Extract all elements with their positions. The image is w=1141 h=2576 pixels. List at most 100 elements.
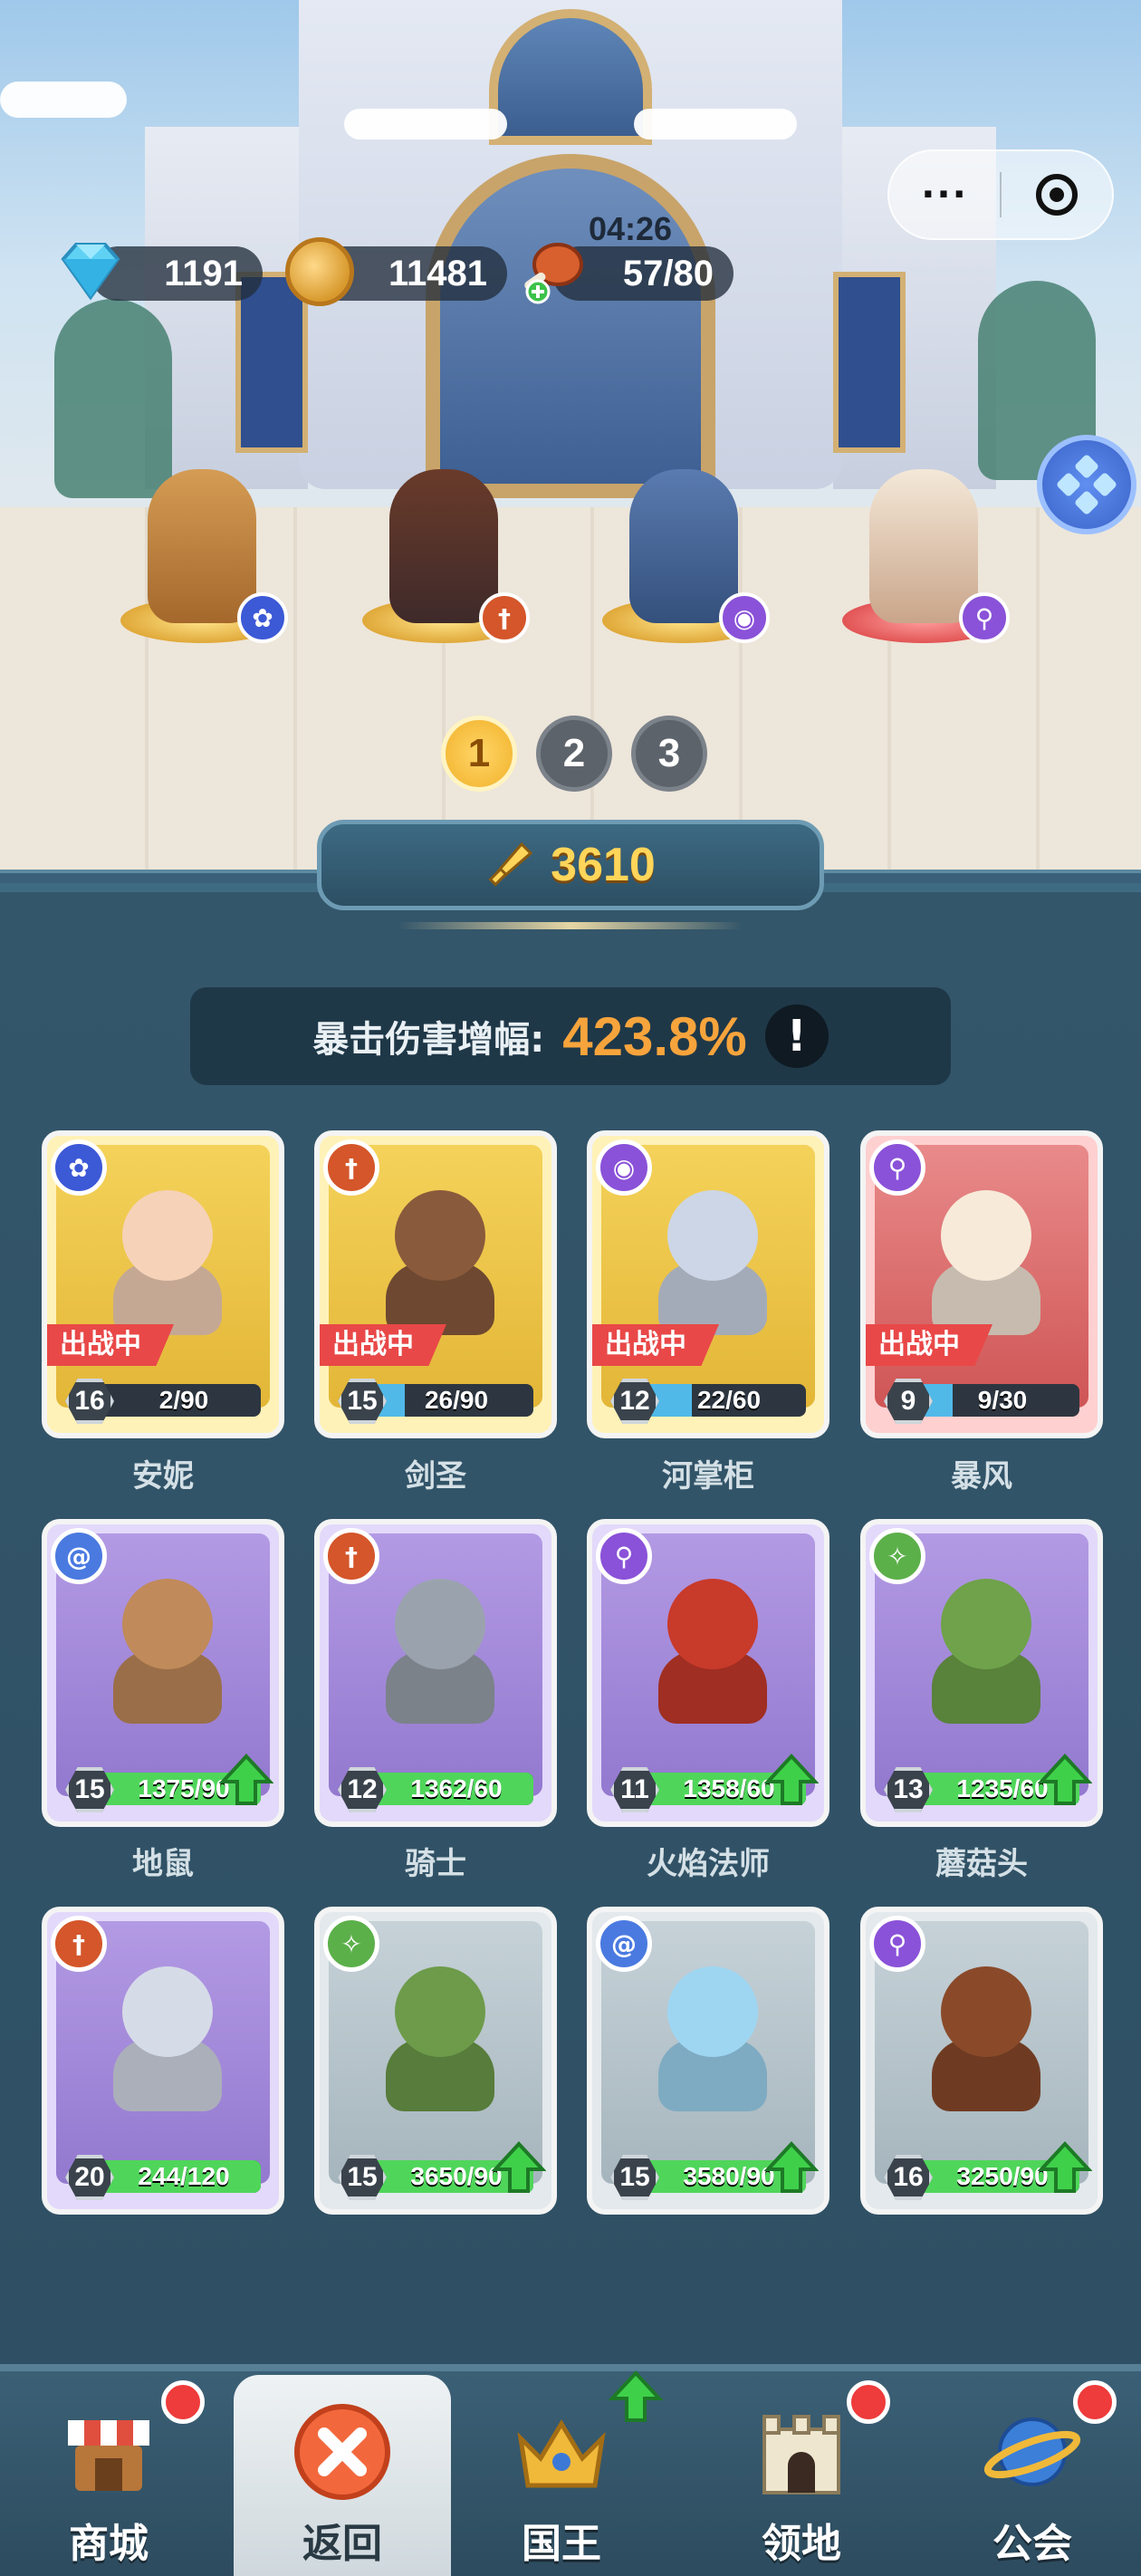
- guild-notification-dot: [1073, 2380, 1117, 2424]
- hero-card[interactable]: ⚲ 1358/60 11: [587, 1519, 829, 1827]
- staff-icon: ⚲: [596, 1528, 652, 1584]
- shard-progress-text: 9/30: [977, 1386, 1028, 1414]
- hero-card[interactable]: ◉ 出战中 22/60 12: [587, 1130, 829, 1438]
- gamepad-icon: [1057, 455, 1117, 514]
- snow-patch: [634, 109, 797, 139]
- lineup-hero-annie[interactable]: ✿: [116, 435, 288, 643]
- staff-icon: ⚲: [959, 592, 1010, 643]
- hero-sprite: [148, 469, 256, 623]
- gamepad-button[interactable]: [1037, 435, 1136, 534]
- deployed-tag: 出战中: [320, 1324, 446, 1366]
- shard-progress-text: 2/90: [158, 1386, 209, 1414]
- snow-patch: [344, 109, 507, 139]
- lineup-hero-storm[interactable]: ⚲: [838, 435, 1010, 643]
- planet-icon: [983, 2417, 1081, 2486]
- hero-card[interactable]: † 出战中 26/90 15: [314, 1130, 557, 1438]
- hero-card[interactable]: ✧ 1235/60 13: [860, 1519, 1103, 1827]
- crit-damage-bonus: 暴击伤害增幅: 423.8% !: [190, 987, 951, 1085]
- eye-icon: ◉: [596, 1139, 652, 1196]
- sword-icon: †: [323, 1139, 379, 1196]
- upgrade-arrow-icon: [764, 1754, 819, 1805]
- info-icon[interactable]: !: [764, 1004, 829, 1068]
- bow-icon: ✧: [323, 1916, 379, 1972]
- close-miniprogram-button[interactable]: [1002, 174, 1112, 216]
- hero-card[interactable]: @3580/90 15: [587, 1907, 829, 2215]
- nav-guild-label: 公会: [992, 2521, 1072, 2567]
- team-tab-3[interactable]: 3: [631, 716, 707, 792]
- hero-portrait: [918, 1579, 1054, 1733]
- swirl-icon: @: [51, 1528, 107, 1584]
- nav-territory-label: 领地: [762, 2521, 841, 2567]
- deployed-tag: 出战中: [866, 1324, 992, 1366]
- paw-icon: ✿: [51, 1139, 107, 1196]
- shop-notification-dot: [161, 2380, 205, 2424]
- hero-card[interactable]: ⚲ 出战中 9/30 9: [860, 1130, 1103, 1438]
- shard-progress-text: 1362/60: [410, 1774, 503, 1802]
- stamina-timer: 04:26: [589, 210, 673, 247]
- crit-value: 423.8%: [562, 1005, 747, 1067]
- bow-icon: ✧: [869, 1528, 925, 1584]
- castle-icon: [762, 2415, 840, 2494]
- hero-name: 地鼠: [132, 1846, 194, 1882]
- hero-sprite: [629, 469, 738, 623]
- gem-amount: 1191: [164, 253, 243, 293]
- miniprogram-capsule: ···: [887, 149, 1114, 240]
- upgrade-arrow-icon: [492, 2141, 546, 2193]
- team-tab-1[interactable]: 1: [441, 716, 517, 792]
- divider-ornament: [398, 922, 743, 929]
- upgrade-arrow-icon: [609, 2370, 663, 2422]
- hero-sprite: [869, 469, 978, 623]
- team-tab-2[interactable]: 2: [536, 716, 612, 792]
- banner-left: [235, 272, 308, 453]
- stamina-amount: 57/80: [622, 253, 714, 293]
- meat-icon: [524, 243, 583, 304]
- hero-portrait: [372, 1579, 508, 1733]
- hero-card[interactable]: ✧ 3650/90 15: [314, 1907, 557, 2215]
- hero-portrait: [645, 1966, 781, 2120]
- lineup-hero-river-keeper[interactable]: ◉: [598, 435, 770, 643]
- hero-portrait: [918, 1190, 1054, 1344]
- gem-icon: [61, 243, 120, 301]
- hero-name: 火焰法师: [647, 1846, 770, 1882]
- upgrade-arrow-icon: [764, 2141, 819, 2193]
- lineup-hero-swordsaint[interactable]: †: [358, 435, 530, 643]
- crown-icon: [517, 2419, 606, 2488]
- hero-portrait: [645, 1190, 781, 1344]
- deployed-tag: 出战中: [592, 1324, 719, 1366]
- swirl-icon: @: [596, 1916, 652, 1972]
- hero-sprite: [389, 469, 498, 623]
- nav-shop-label: 商城: [69, 2521, 149, 2567]
- team-power-value: 3610: [551, 839, 656, 891]
- sword-power-icon: [488, 841, 533, 887]
- sword-icon: †: [479, 592, 530, 643]
- staff-icon: ⚲: [869, 1139, 925, 1196]
- shard-progress-text: 26/90: [424, 1386, 489, 1414]
- more-menu-button[interactable]: ···: [889, 174, 1000, 216]
- shard-progress-text: 22/60: [696, 1386, 762, 1414]
- hero-card[interactable]: @1375/90 15: [42, 1519, 284, 1827]
- deployed-tag: 出战中: [47, 1324, 174, 1366]
- upgrade-arrow-icon: [1038, 1754, 1092, 1805]
- hero-name: 河掌柜: [662, 1458, 754, 1495]
- territory-notification-dot: [847, 2380, 890, 2424]
- hero-portrait: [918, 1966, 1054, 2120]
- target-icon: [1036, 174, 1078, 216]
- hero-name: 安妮: [132, 1458, 194, 1495]
- upgrade-arrow-icon: [1038, 2141, 1092, 2193]
- hero-card[interactable]: † 244/120 20: [42, 1907, 284, 2215]
- hero-card[interactable]: ⚲ 3250/90 16: [860, 1907, 1103, 2215]
- hero-portrait: [100, 1966, 235, 2120]
- hero-name: 骑士: [405, 1846, 466, 1882]
- coin-icon: [285, 237, 354, 306]
- coin-amount: 11481: [388, 253, 487, 293]
- sword-icon: †: [51, 1916, 107, 1972]
- sword-icon: †: [323, 1528, 379, 1584]
- hero-card[interactable]: † 1362/60 12: [314, 1519, 557, 1827]
- hero-name: 剑圣: [405, 1458, 466, 1495]
- hero-name: 暴风: [951, 1458, 1012, 1495]
- hero-card[interactable]: ✿ 出战中 2/90 16: [42, 1130, 284, 1438]
- crit-label: 暴击伤害增幅:: [312, 1019, 545, 1061]
- hero-portrait: [100, 1579, 235, 1733]
- banner-right: [833, 272, 906, 453]
- nav-back[interactable]: 返回: [234, 2375, 451, 2576]
